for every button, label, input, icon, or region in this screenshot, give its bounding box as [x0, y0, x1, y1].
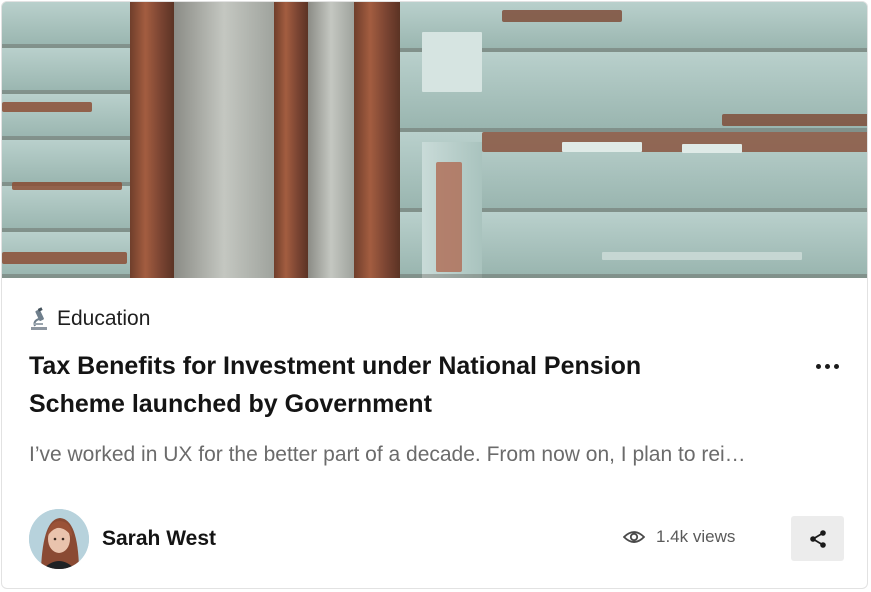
article-title[interactable]: Tax Benefits for Investment under Nation… [29, 347, 729, 423]
author-info[interactable]: Sarah West [29, 509, 216, 569]
eye-icon [623, 531, 645, 543]
view-count-label: 1.4k views [656, 527, 736, 546]
share-button[interactable] [791, 516, 844, 561]
article-excerpt: I’ve worked in UX for the better part of… [29, 443, 746, 466]
article-card[interactable]: Education Tax Benefits for Investment un… [1, 1, 868, 589]
category-label: Education [57, 307, 151, 330]
microscope-icon [29, 307, 49, 331]
more-options-icon[interactable] [810, 354, 844, 378]
category-tag[interactable]: Education [29, 305, 150, 333]
cover-image [2, 2, 867, 278]
avatar[interactable] [29, 509, 89, 569]
share-icon [809, 529, 826, 548]
author-name[interactable]: Sarah West [102, 527, 216, 551]
view-count: 1.4k views [623, 527, 735, 547]
